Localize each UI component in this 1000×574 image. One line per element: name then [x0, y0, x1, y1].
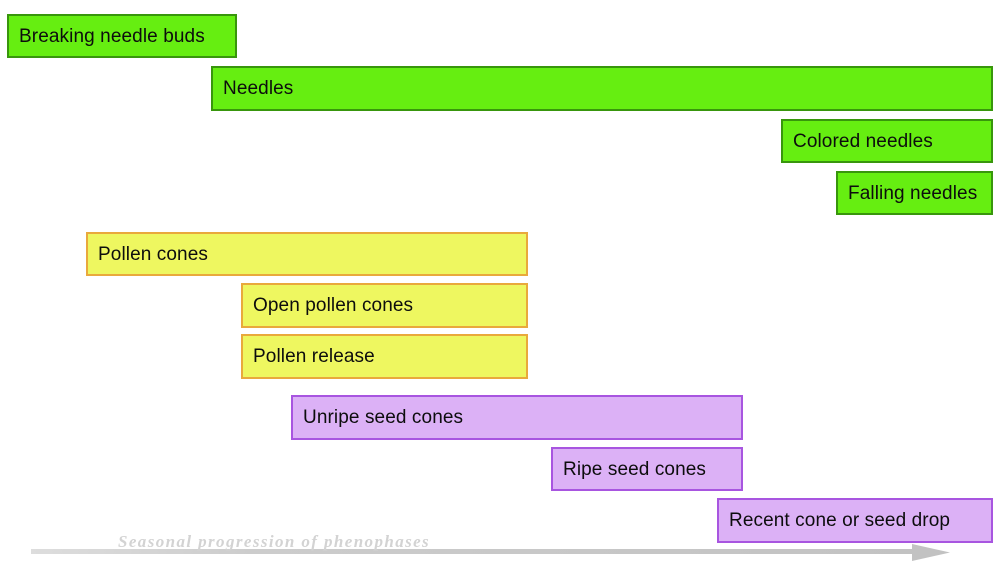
phase-bar-needles[interactable]: Needles [211, 66, 993, 111]
phase-bar-label: Falling needles [848, 182, 978, 204]
phase-bar-label: Needles [223, 78, 294, 99]
phase-bar-recent-cone-or-seed-drop[interactable]: Recent cone or seed drop [717, 498, 993, 543]
phase-bar-colored-needles[interactable]: Colored needles [781, 119, 993, 163]
phase-bar-label: Open pollen cones [253, 295, 414, 316]
phase-bar-label: Pollen release [253, 346, 375, 367]
phase-bar-label: Unripe seed cones [303, 407, 464, 428]
axis-caption: Seasonal progression of phenophases [118, 532, 431, 551]
phase-bar-label: Pollen cones [98, 243, 208, 265]
phase-bar-pollen-release[interactable]: Pollen release [241, 334, 528, 379]
phase-bar-unripe-seed-cones[interactable]: Unripe seed cones [291, 395, 743, 440]
phenophase-diagram: Breaking needle buds Needles Colored nee… [0, 0, 1000, 574]
phase-bar-label: Ripe seed cones [563, 458, 707, 480]
phase-bar-breaking-needle-buds[interactable]: Breaking needle buds [7, 14, 237, 58]
phase-bar-label: Colored needles [793, 130, 933, 152]
phase-bar-pollen-cones[interactable]: Pollen cones [86, 232, 528, 276]
phase-bar-ripe-seed-cones[interactable]: Ripe seed cones [551, 447, 743, 491]
phase-bar-open-pollen-cones[interactable]: Open pollen cones [241, 283, 528, 328]
phase-bar-label: Breaking needle buds [19, 25, 205, 47]
phase-bar-falling-needles[interactable]: Falling needles [836, 171, 993, 215]
phase-bar-label: Recent cone or seed drop [729, 510, 951, 531]
